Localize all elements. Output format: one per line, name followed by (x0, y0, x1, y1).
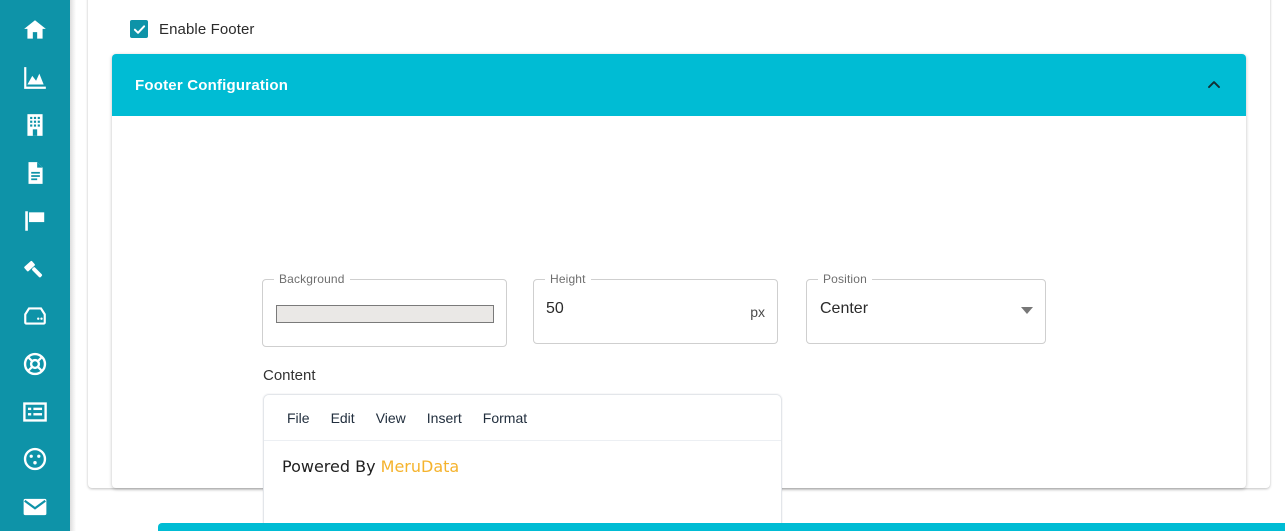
sidebar-item-flags[interactable] (0, 197, 70, 245)
chevron-up-icon[interactable] (1202, 73, 1226, 97)
panel-header[interactable]: Footer Configuration (112, 54, 1246, 116)
position-label: Position (818, 272, 872, 286)
sidebar-item-archive[interactable] (0, 292, 70, 340)
main-sidebar (0, 0, 76, 531)
gavel-icon (22, 256, 48, 282)
background-label: Background (274, 272, 350, 286)
lifebuoy-icon (22, 351, 48, 377)
background-color-swatch[interactable] (276, 305, 494, 323)
flag-icon (22, 208, 48, 234)
editor-content-area[interactable]: Powered By MeruData (264, 441, 781, 531)
sidebar-item-mail[interactable] (0, 483, 70, 531)
chevron-down-icon[interactable] (1021, 307, 1033, 314)
position-selected-value: Center (820, 300, 869, 317)
app-root: Enable Footer Footer Configuration Backg… (0, 0, 1285, 531)
sidebar-item-home[interactable] (0, 6, 70, 54)
height-label: Height (545, 272, 591, 286)
height-field[interactable]: Height 50 px (533, 272, 778, 344)
list-card-icon (22, 400, 48, 424)
panel-title: Footer Configuration (135, 76, 289, 94)
analytics-chart-icon (22, 65, 48, 91)
archive-drawer-icon (22, 304, 48, 328)
menu-file[interactable]: File (279, 406, 318, 430)
background-field[interactable]: Background (262, 272, 507, 347)
envelope-icon (22, 496, 48, 518)
rich-text-editor: File Edit View Insert Format Powered By … (263, 394, 782, 531)
height-input-value[interactable]: 50 (546, 300, 564, 318)
enable-footer-label: Enable Footer (159, 20, 255, 38)
height-unit-suffix: px (750, 304, 765, 320)
menu-format[interactable]: Format (475, 406, 535, 430)
menu-view[interactable]: View (368, 406, 414, 430)
building-icon (23, 112, 47, 138)
footer-configuration-panel: Footer Configuration Background Height 5… (112, 54, 1246, 531)
sidebar-item-support[interactable] (0, 340, 70, 388)
document-icon (23, 160, 47, 186)
settings-card: Enable Footer Footer Configuration Backg… (88, 0, 1270, 531)
home-icon (22, 17, 48, 43)
editor-text-plain: Powered By (282, 457, 381, 476)
sidebar-item-legal[interactable] (0, 245, 70, 293)
next-section-panel-header[interactable] (158, 523, 1285, 531)
enable-footer-checkbox[interactable] (130, 20, 148, 38)
sidebar-item-organizations[interactable] (0, 101, 70, 149)
sidebar-item-documents[interactable] (0, 149, 70, 197)
sidebar-item-records[interactable] (0, 388, 70, 436)
editor-menubar: File Edit View Insert Format (264, 395, 781, 441)
content-area: Enable Footer Footer Configuration Backg… (70, 0, 1285, 531)
sidebar-item-analytics[interactable] (0, 54, 70, 102)
content-label: Content (263, 367, 316, 384)
enable-footer-checkbox-row[interactable]: Enable Footer (130, 20, 255, 38)
menu-edit[interactable]: Edit (323, 406, 363, 430)
settings-disc-icon (22, 446, 48, 472)
sidebar-item-settings[interactable] (0, 436, 70, 484)
check-icon (133, 24, 145, 34)
editor-text-accent: MeruData (380, 457, 460, 476)
position-select[interactable]: Position Center (806, 272, 1046, 344)
menu-insert[interactable]: Insert (419, 406, 470, 430)
